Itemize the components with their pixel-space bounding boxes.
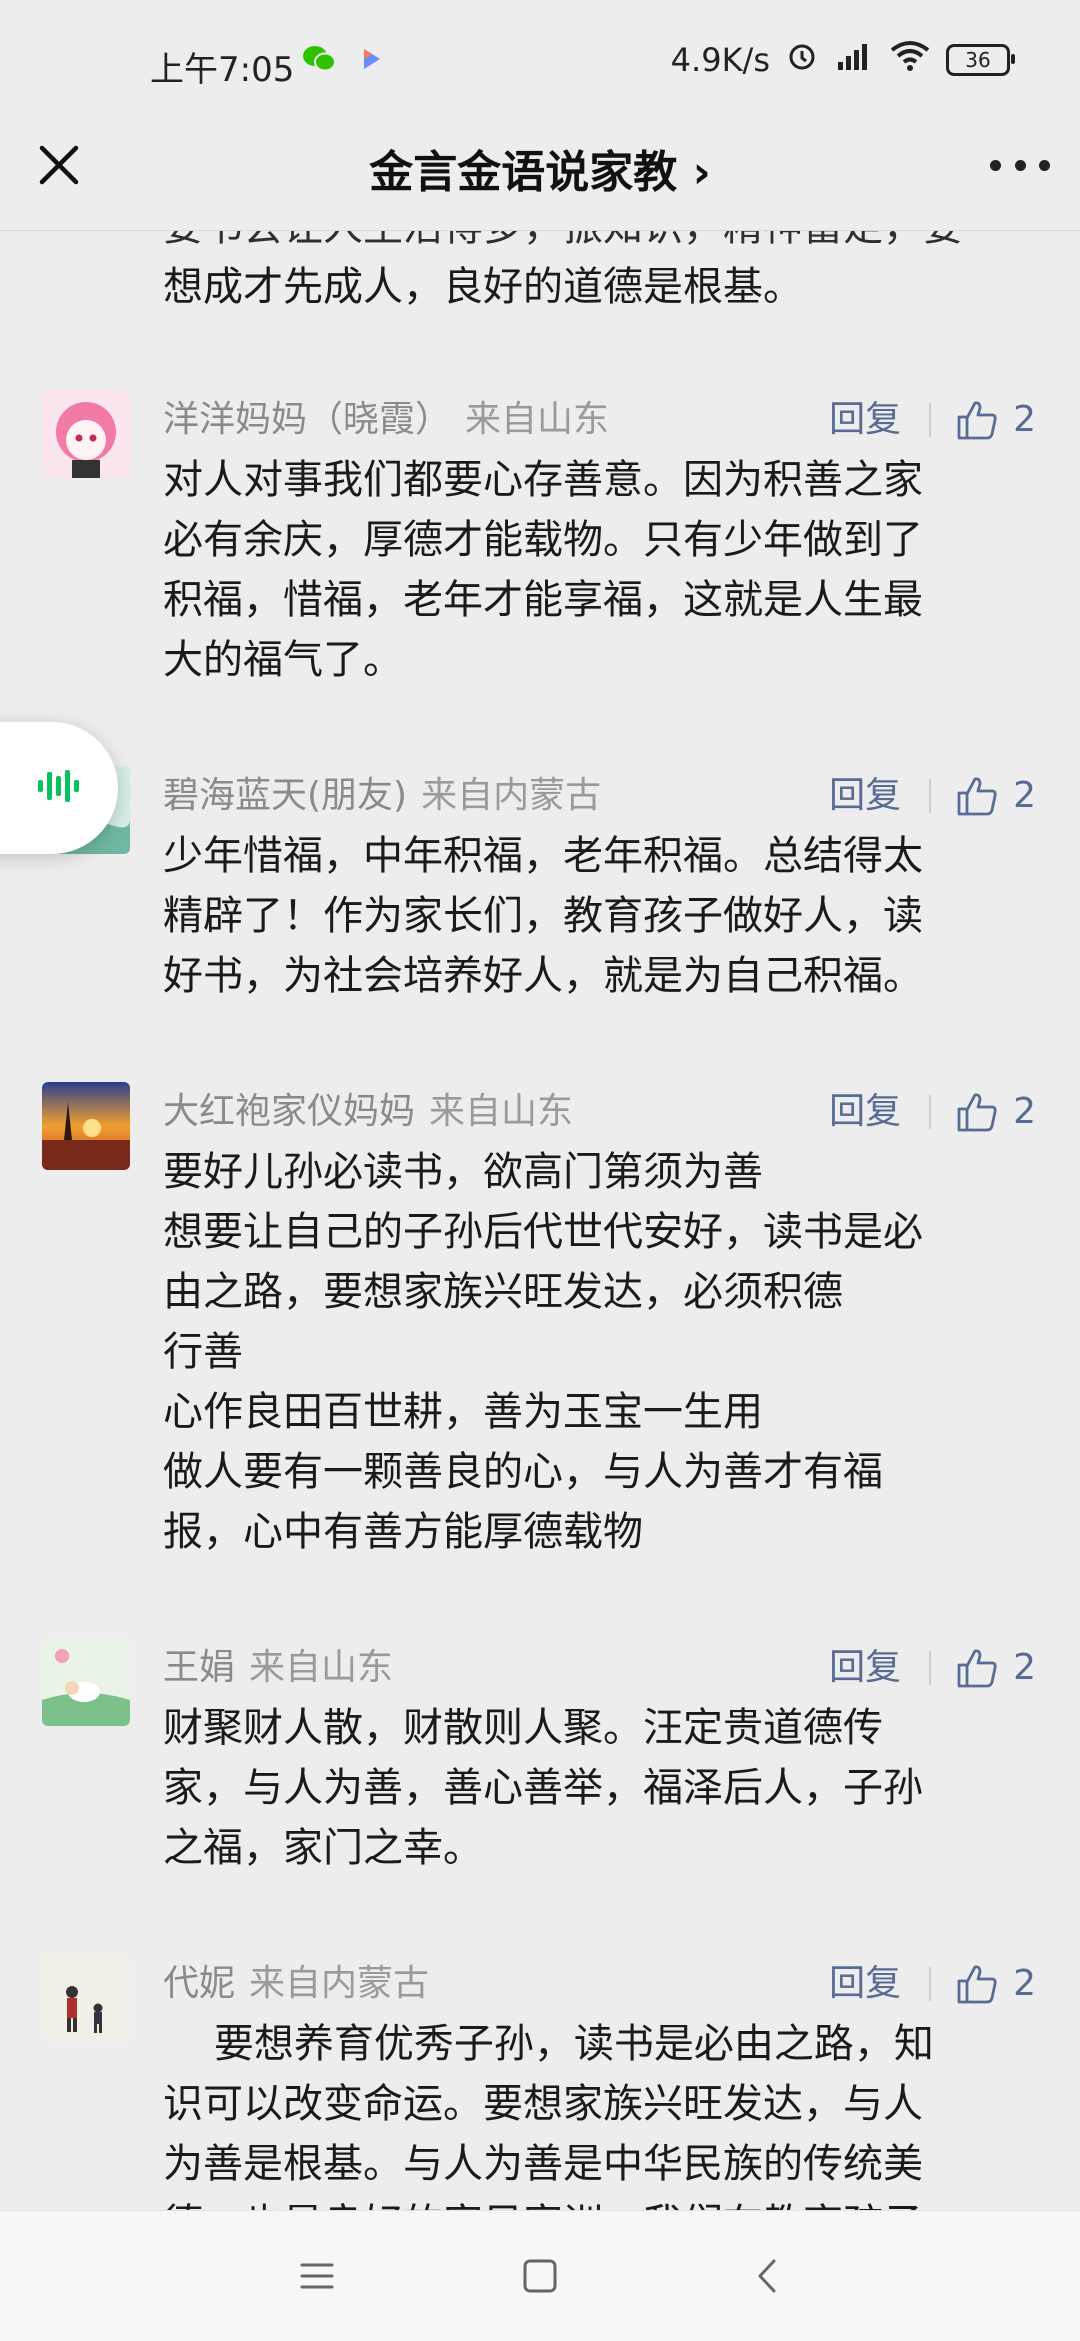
comment-text: 要想养育优秀子孙，读书是必由之路，知 识可以改变命运。要想家族兴旺发达，与人 为… [163, 2021, 934, 2210]
reply-button[interactable]: 回复 [829, 766, 901, 826]
reply-button[interactable]: 回复 [829, 1954, 901, 2014]
divider [929, 1651, 932, 1685]
like-count: 2 [1013, 1091, 1036, 1132]
avatar[interactable] [42, 390, 130, 478]
divider [929, 779, 932, 813]
home-icon[interactable] [515, 2251, 565, 2301]
commenter-location: 来自内蒙古 [421, 775, 602, 816]
thumbs-up-icon[interactable] [955, 774, 999, 818]
thumbs-up-icon[interactable] [955, 1646, 999, 1690]
wechat-icon [302, 44, 336, 78]
divider [929, 1967, 932, 2001]
like-count: 2 [1013, 1647, 1036, 1688]
comment-text: 要书会让人生活得多，振知识，精神富足，要 [163, 230, 1023, 257]
menu-icon[interactable] [292, 2251, 342, 2301]
status-time: 上午7:05 [150, 50, 295, 90]
page-title[interactable]: 金言金语说家教 › [0, 136, 1080, 200]
commenter-name[interactable]: 代妮 [163, 1963, 235, 2004]
more-icon[interactable] [990, 140, 1050, 190]
voice-wave-icon [36, 766, 82, 810]
comment-text: 财聚财人散，财散则人聚。汪定贵道德传 家，与人为善，善心善举，福泽后人，子孙 之… [163, 1705, 923, 1871]
back-icon[interactable] [742, 2251, 792, 2301]
system-nav-bar [0, 2210, 1080, 2341]
thumbs-up-icon[interactable] [955, 1090, 999, 1134]
avatar[interactable] [42, 1082, 130, 1170]
like-count: 2 [1013, 1963, 1036, 2004]
battery-level: 36 [965, 48, 991, 72]
thumbs-up-icon[interactable] [955, 398, 999, 442]
avatar[interactable] [42, 1638, 130, 1726]
comment-text: 想成才先成人，良好的道德是根基。 [163, 264, 803, 310]
divider [929, 403, 932, 437]
comment-text: 少年惜福，中年积福，老年积福。总结得太 精辟了！作为家长们，教育孩子做好人，读 … [163, 833, 923, 999]
commenter-name[interactable]: 碧海蓝天(朋友) [163, 775, 407, 816]
signal-icon [834, 40, 874, 80]
video-app-icon [356, 44, 386, 78]
comment-list[interactable]: 要书会让人生活得多，振知识，精神富足，要 想成才先成人，良好的道德是根基。 洋洋… [0, 230, 1080, 2210]
wifi-icon [890, 40, 930, 80]
reply-button[interactable]: 回复 [829, 1638, 901, 1698]
commenter-location: 来自山东 [429, 1091, 574, 1132]
alarm-icon [786, 40, 818, 80]
commenter-name[interactable]: 大红袍家仪妈妈 [163, 1091, 415, 1132]
like-count: 2 [1013, 399, 1036, 440]
commenter-name[interactable]: 王娟 [163, 1647, 235, 1688]
reply-button[interactable]: 回复 [829, 1082, 901, 1142]
comment-text: 对人对事我们都要心存善意。因为积善之家 必有余庆，厚德才能载物。只有少年做到了 … [163, 457, 923, 683]
network-speed: 4.9K/s [670, 41, 770, 79]
commenter-location: 来自山东 [249, 1647, 394, 1688]
like-count: 2 [1013, 775, 1036, 816]
commenter-location: 来自山东 [465, 399, 610, 440]
comment-text: 要好儿孙必读书，欲高门第须为善 想要让自己的子孙后代世代安好，读书是必 由之路，… [163, 1149, 923, 1555]
avatar[interactable] [42, 1954, 130, 2042]
thumbs-up-icon[interactable] [955, 1962, 999, 2006]
divider [929, 1095, 932, 1129]
battery-icon: 36 [946, 44, 1015, 76]
commenter-location: 来自内蒙古 [249, 1963, 430, 2004]
commenter-name[interactable]: 洋洋妈妈（晓霞） [163, 399, 451, 440]
app-header: 金言金语说家教 › [0, 100, 1080, 231]
reply-button[interactable]: 回复 [829, 390, 901, 450]
